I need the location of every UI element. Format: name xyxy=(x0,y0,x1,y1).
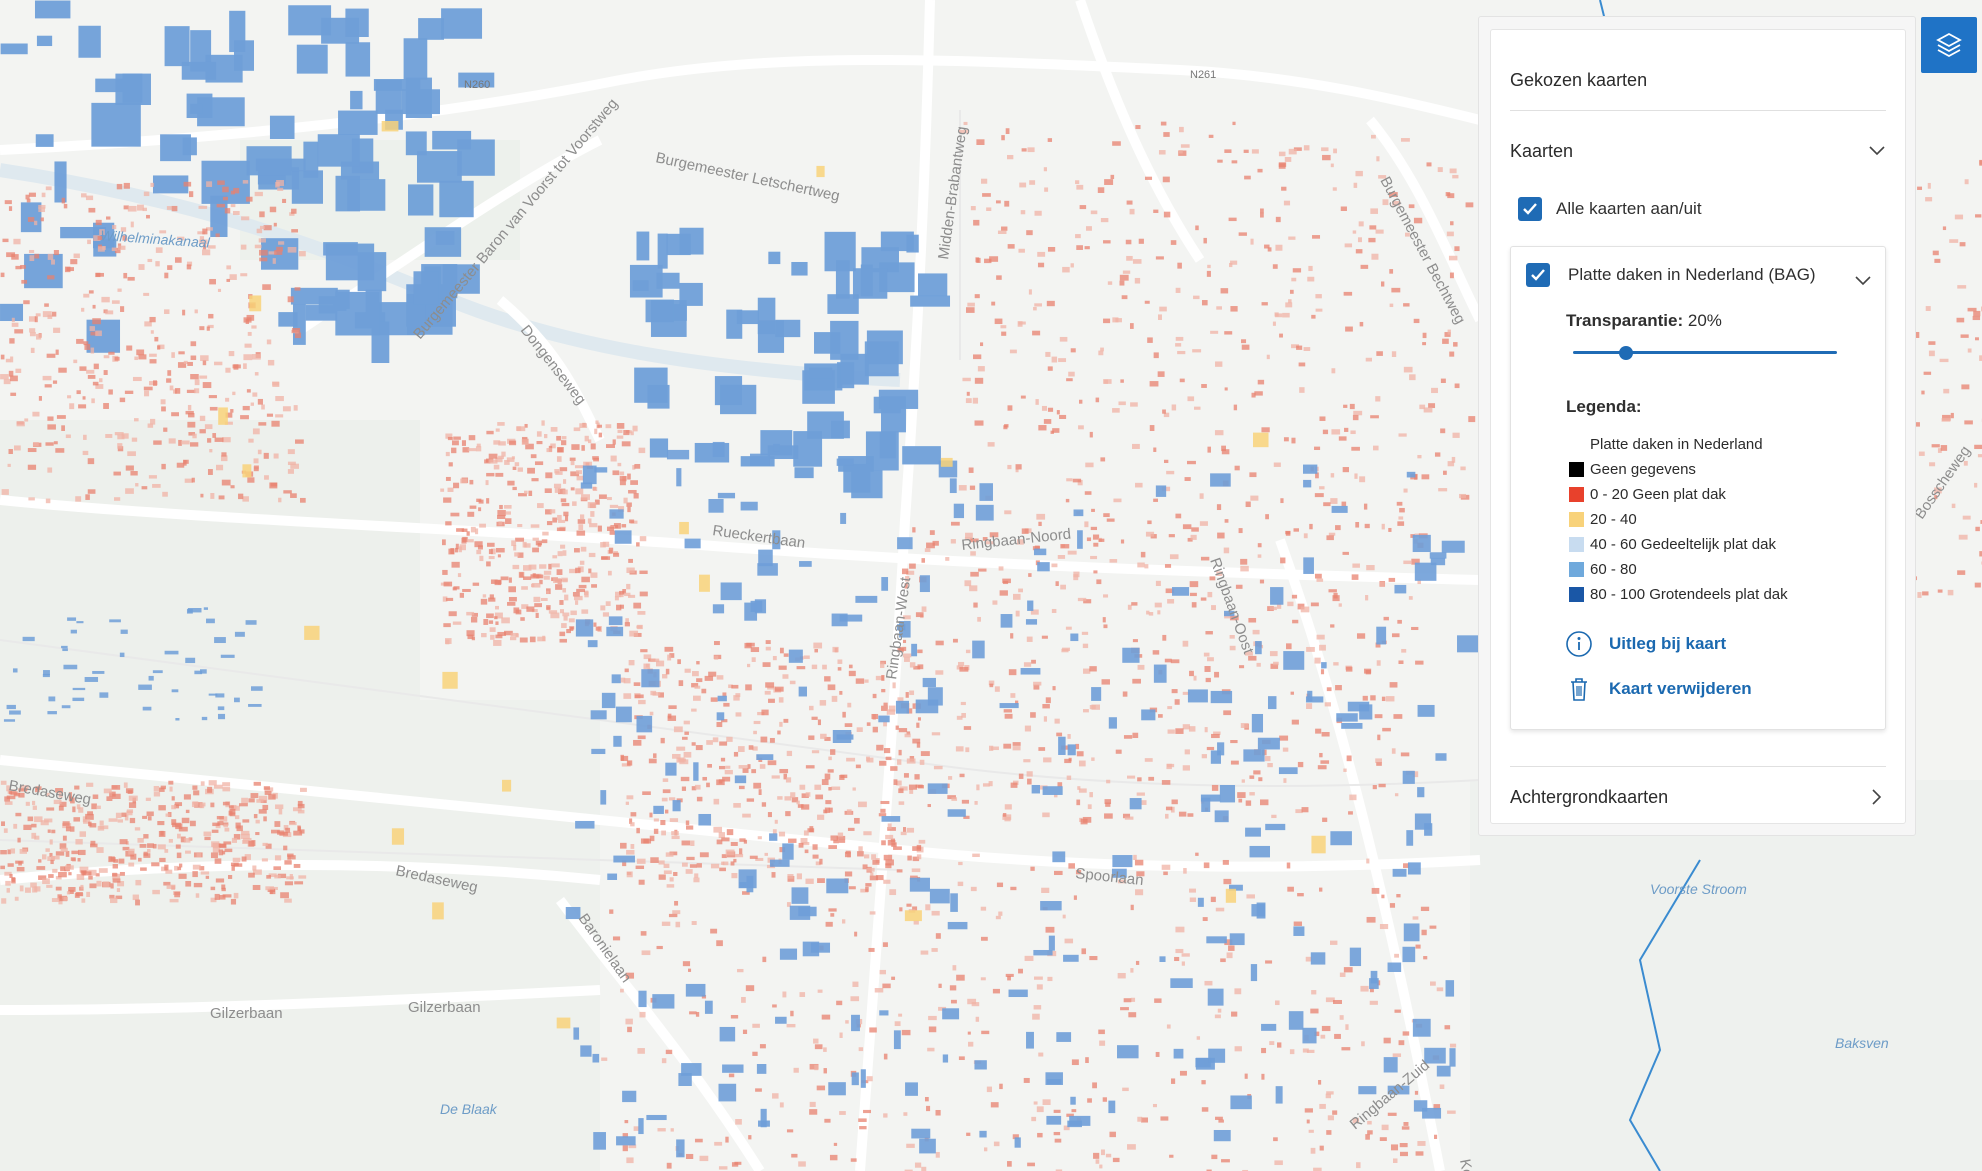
check-icon xyxy=(1523,203,1537,215)
legend-swatch xyxy=(1569,537,1584,552)
all-maps-checkbox[interactable] xyxy=(1518,197,1542,221)
legend-header-label: Platte daken in Nederland xyxy=(1590,436,1763,453)
chevron-right-icon xyxy=(1868,788,1886,806)
chosen-maps-panel-body: Gekozen kaarten Kaarten Alle kaarten aan… xyxy=(1490,29,1906,824)
legend-item: 60 - 80 xyxy=(1569,557,1788,582)
info-link[interactable]: Uitleg bij kaart xyxy=(1565,630,1726,658)
water-label-de-blaak: De Blaak xyxy=(440,1101,498,1117)
layers-icon xyxy=(1936,32,1962,58)
road-label-gilzerbaan-1: Gilzerbaan xyxy=(210,1005,283,1022)
legend-item: 20 - 40 xyxy=(1569,507,1788,532)
legend-swatch xyxy=(1569,587,1584,602)
legend-swatch xyxy=(1569,562,1584,577)
legend-item-label: 20 - 40 xyxy=(1590,511,1637,528)
legend-item: 0 - 20 Geen plat dak xyxy=(1569,482,1788,507)
legend-swatch xyxy=(1569,462,1584,477)
road-label-n261: N261 xyxy=(1190,69,1216,81)
panel-title: Gekozen kaarten xyxy=(1510,70,1648,90)
check-icon xyxy=(1531,269,1545,281)
water-label-baksven: Baksven xyxy=(1835,1035,1889,1051)
legend-item: 40 - 60 Gedeeltelijk plat dak xyxy=(1569,532,1788,557)
divider xyxy=(1510,110,1886,111)
legend-swatch xyxy=(1569,512,1584,527)
delete-map-link[interactable]: Kaart verwijderen xyxy=(1565,675,1752,703)
transparency-slider[interactable] xyxy=(1573,346,1837,360)
road-label-gilzerbaan-2: Gilzerbaan xyxy=(408,999,481,1016)
all-maps-toggle[interactable]: Alle kaarten aan/uit xyxy=(1518,197,1702,221)
layer-expand-chevron-down-icon[interactable] xyxy=(1854,272,1872,290)
maps-section-label: Kaarten xyxy=(1510,140,1574,161)
legend-list: Platte daken in Nederland Geen gegevens 0… xyxy=(1569,432,1788,607)
legend-swatch-blank xyxy=(1569,437,1584,452)
legend-item: 80 - 100 Grotendeels plat dak xyxy=(1569,582,1788,607)
legend-item-label: Geen gegevens xyxy=(1590,461,1696,478)
road-label-n260: N260 xyxy=(464,79,490,91)
divider xyxy=(1510,766,1886,767)
maps-section-toggle[interactable]: Kaarten xyxy=(1510,136,1886,166)
legend-item: Geen gegevens xyxy=(1569,457,1788,482)
layer-card: Platte daken in Nederland (BAG) Transpar… xyxy=(1510,246,1886,730)
legend-header: Platte daken in Nederland xyxy=(1569,432,1788,457)
layer-name: Platte daken in Nederland (BAG) xyxy=(1568,265,1816,284)
transparency-value: 20% xyxy=(1687,311,1722,330)
layer-toggle[interactable]: Platte daken in Nederland (BAG) xyxy=(1526,263,1816,287)
transparency-title: Transparantie: xyxy=(1566,311,1684,330)
legend-item-label: 40 - 60 Gedeeltelijk plat dak xyxy=(1590,536,1776,553)
info-icon xyxy=(1566,631,1592,657)
chosen-maps-panel: Gekozen kaarten Kaarten Alle kaarten aan… xyxy=(1478,16,1916,836)
layer-checkbox[interactable] xyxy=(1526,263,1550,287)
delete-map-label[interactable]: Kaart verwijderen xyxy=(1609,679,1752,699)
layers-button[interactable] xyxy=(1921,17,1977,73)
legend-item-label: 80 - 100 Grotendeels plat dak xyxy=(1590,586,1788,603)
chevron-down-icon xyxy=(1868,142,1886,160)
legend-title: Legenda: xyxy=(1566,397,1642,416)
background-maps-label: Achtergrondkaarten xyxy=(1510,786,1669,807)
legend-item-label: 0 - 20 Geen plat dak xyxy=(1590,486,1726,503)
trash-icon xyxy=(1571,678,1587,701)
legend-swatch xyxy=(1569,487,1584,502)
legend-item-label: 60 - 80 xyxy=(1590,561,1637,578)
background-maps-toggle[interactable]: Achtergrondkaarten xyxy=(1510,782,1886,812)
slider-thumb[interactable] xyxy=(1618,346,1633,360)
all-maps-label: Alle kaarten aan/uit xyxy=(1556,199,1702,218)
transparency-label: Transparantie: 20% xyxy=(1566,311,1722,331)
slider-track[interactable] xyxy=(1573,351,1837,354)
water-label-voorste-stroom: Voorste Stroom xyxy=(1650,881,1747,897)
info-link-label[interactable]: Uitleg bij kaart xyxy=(1609,634,1726,654)
